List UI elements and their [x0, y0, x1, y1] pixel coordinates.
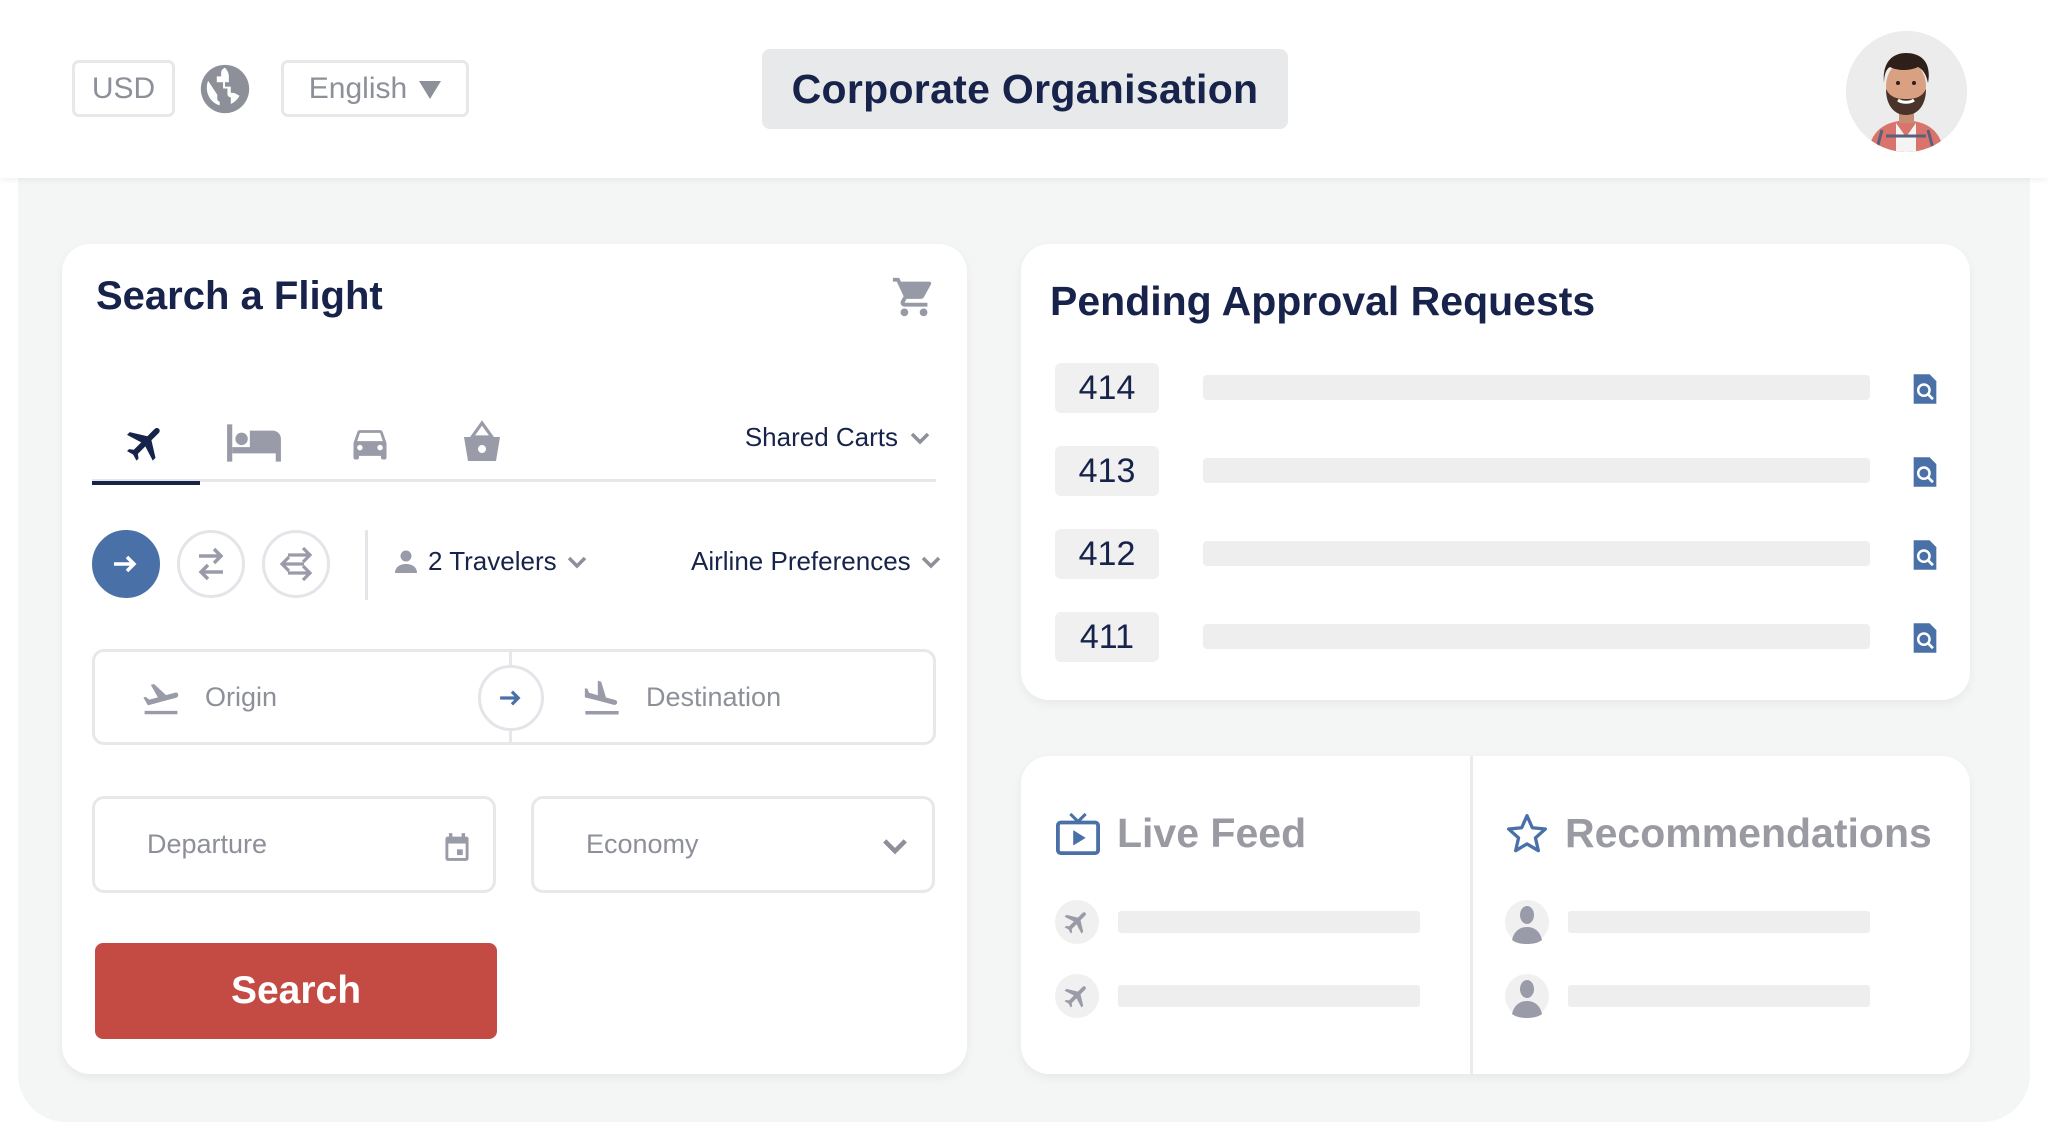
cabin-class-value: Economy — [586, 829, 699, 859]
live-feed-label: Live Feed — [1117, 810, 1307, 856]
takeoff-icon — [143, 684, 179, 715]
request-row[interactable]: 412 — [1055, 529, 1937, 579]
car-icon — [353, 430, 387, 460]
round-trip-button[interactable] — [177, 530, 245, 598]
caret-down-icon — [419, 80, 442, 99]
request-placeholder-bar — [1203, 375, 1870, 400]
tv-play-icon — [1056, 812, 1100, 855]
feed-placeholder-bar — [1118, 985, 1420, 1007]
travelers-label: 2 Travelers — [428, 546, 557, 576]
search-flight-card: Search a Flight Shared Carts 2 Travelers… — [62, 244, 967, 1074]
landing-icon — [584, 680, 619, 715]
request-row[interactable]: 411 — [1055, 612, 1937, 662]
avatar-image — [1846, 31, 1967, 152]
top-header: USD English Corporate Organisation — [0, 0, 2048, 178]
tab-flights[interactable] — [92, 404, 200, 485]
person-icon — [395, 550, 417, 573]
airplane-icon-wrap — [1055, 900, 1099, 944]
origin-destination-field: Origin Destination — [92, 649, 936, 745]
document-search-icon[interactable] — [1911, 538, 1939, 572]
airline-preferences-dropdown[interactable]: Airline Preferences — [691, 546, 941, 577]
tab-hotels[interactable] — [200, 404, 308, 482]
cart-icon[interactable] — [891, 274, 937, 320]
globe-icon[interactable] — [196, 60, 254, 118]
pending-approvals-card: Pending Approval Requests 414 413 412 41… — [1021, 244, 1970, 700]
recommendation-item[interactable] — [1505, 974, 1885, 1018]
recommendation-placeholder-bar — [1568, 985, 1870, 1007]
currency-label: USD — [91, 71, 156, 105]
airline-preferences-label: Airline Preferences — [691, 546, 911, 576]
multi-city-button[interactable] — [262, 530, 330, 598]
language-selector[interactable]: English — [281, 60, 469, 117]
departure-date-input[interactable]: Departure — [92, 796, 496, 893]
recommendations-title: Recommendations — [1505, 810, 1932, 857]
arrow-right-icon — [114, 555, 137, 573]
document-search-icon[interactable] — [1911, 455, 1939, 489]
shared-carts-label: Shared Carts — [744, 422, 898, 452]
divider — [1470, 756, 1473, 1074]
request-placeholder-bar — [1203, 624, 1870, 649]
user-icon-wrap — [1505, 974, 1549, 1018]
recommendation-placeholder-bar — [1568, 911, 1870, 933]
user-icon — [1512, 980, 1542, 1018]
chevron-down-icon — [883, 839, 907, 855]
organisation-name: Corporate Organisation — [791, 65, 1259, 112]
chevron-down-icon — [910, 432, 930, 444]
request-placeholder-bar — [1203, 541, 1870, 566]
departure-placeholder: Departure — [147, 829, 268, 859]
bed-icon — [227, 424, 281, 462]
organisation-badge: Corporate Organisation — [762, 49, 1288, 129]
search-flight-title: Search a Flight — [96, 274, 383, 318]
one-way-button[interactable] — [92, 530, 160, 598]
currency-selector[interactable]: USD — [72, 60, 175, 117]
travelers-dropdown[interactable]: 2 Travelers — [394, 546, 587, 577]
origin-input[interactable]: Origin — [139, 652, 277, 742]
document-search-icon[interactable] — [1911, 372, 1939, 406]
request-id: 414 — [1055, 363, 1159, 413]
divider — [365, 530, 368, 600]
round-trip-icon — [198, 547, 224, 581]
user-icon-wrap — [1505, 900, 1549, 944]
star-icon — [1507, 813, 1547, 852]
recommendation-item[interactable] — [1505, 900, 1885, 944]
cabin-class-select[interactable]: Economy — [531, 796, 935, 893]
destination-input[interactable]: Destination — [580, 652, 781, 742]
origin-placeholder: Origin — [205, 681, 278, 712]
user-icon — [1512, 906, 1542, 944]
avatar[interactable] — [1846, 31, 1967, 152]
airplane-icon-wrap — [1055, 974, 1099, 1018]
airplane-icon — [1064, 986, 1086, 1008]
tab-cars[interactable] — [316, 404, 424, 482]
live-feed-item[interactable] — [1055, 900, 1435, 944]
trip-type-row: 2 Travelers Airline Preferences — [92, 530, 942, 600]
language-label: English — [308, 71, 408, 105]
basket-icon — [464, 420, 500, 461]
request-id: 411 — [1055, 612, 1159, 662]
airplane-icon — [127, 427, 160, 461]
request-row[interactable]: 414 — [1055, 363, 1937, 413]
search-button[interactable]: Search — [95, 943, 497, 1039]
direction-button[interactable] — [478, 665, 544, 731]
calendar-icon[interactable] — [443, 832, 471, 862]
tab-shop[interactable] — [428, 404, 536, 482]
request-placeholder-bar — [1203, 458, 1870, 483]
live-feed-item[interactable] — [1055, 974, 1435, 1018]
document-search-icon[interactable] — [1911, 621, 1939, 655]
feed-card: Live Feed Recommendations — [1021, 756, 1970, 1074]
live-feed-title: Live Feed — [1055, 810, 1306, 857]
request-id: 413 — [1055, 446, 1159, 496]
request-id: 412 — [1055, 529, 1159, 579]
request-row[interactable]: 413 — [1055, 446, 1937, 496]
destination-placeholder: Destination — [646, 681, 782, 712]
arrow-right-icon — [500, 690, 521, 706]
multi-city-icon — [279, 546, 313, 582]
recommendations-label: Recommendations — [1565, 810, 1932, 856]
airplane-icon — [1064, 912, 1086, 934]
chevron-down-icon — [567, 556, 586, 568]
shared-carts-dropdown[interactable]: Shared Carts — [745, 422, 930, 453]
pending-approvals-title: Pending Approval Requests — [1050, 278, 1596, 324]
feed-placeholder-bar — [1118, 911, 1420, 933]
chevron-down-icon — [921, 556, 940, 568]
booking-type-tabs: Shared Carts — [92, 404, 936, 485]
